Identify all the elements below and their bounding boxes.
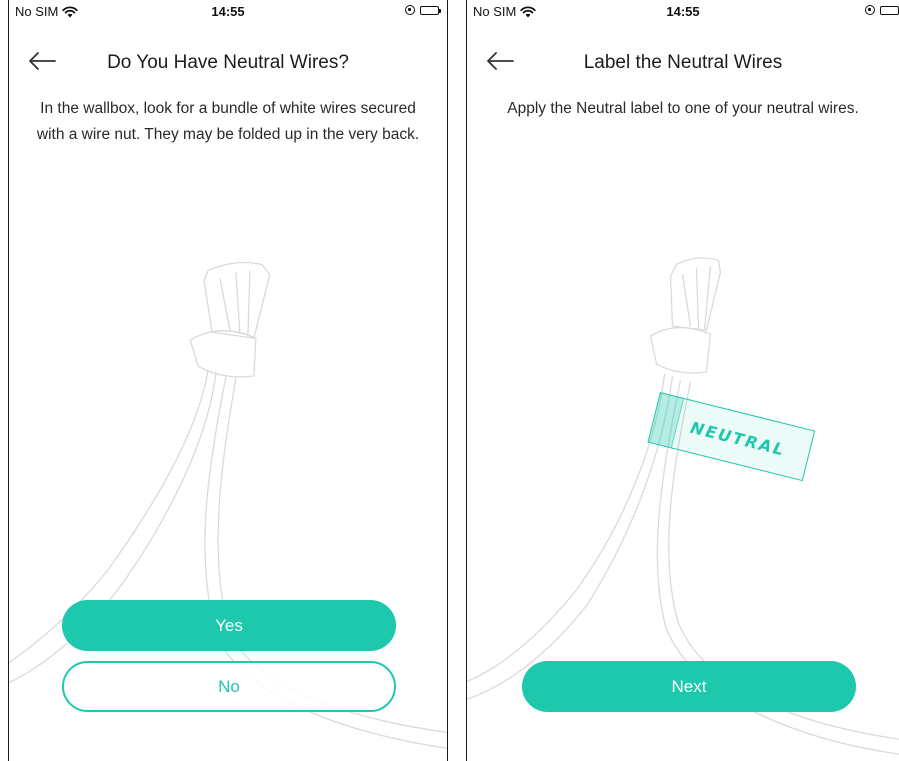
nav-bar: Do You Have Neutral Wires? [9, 42, 447, 82]
page-title: Do You Have Neutral Wires? [107, 52, 349, 73]
battery-icon [420, 5, 441, 15]
page-title: Label the Neutral Wires [583, 52, 783, 73]
status-bar: No SIM 14:55 [467, 0, 899, 22]
next-button[interactable]: Next [522, 661, 856, 712]
screen-label-neutral-wires: No SIM 14:55 Label the Neutral Wires App… [466, 0, 899, 761]
orientation-lock-icon [865, 5, 875, 15]
orientation-lock-icon [405, 5, 415, 15]
instructions-text: Apply the Neutral label to one of your n… [507, 100, 859, 117]
status-time: 14:55 [211, 4, 245, 19]
status-time: 14:55 [666, 4, 700, 19]
screen-neutral-wires-question: No SIM 14:55 Do You Have Neutral Wires? … [8, 0, 448, 761]
status-indicators [405, 5, 441, 15]
no-button[interactable]: No [62, 661, 396, 712]
neutral-label-tag: NEUTRAL [647, 392, 816, 482]
instructions-text: In the wallbox, look for a bundle of whi… [36, 100, 420, 143]
battery-icon [880, 5, 899, 15]
status-bar: No SIM 14:55 [9, 0, 447, 22]
nav-bar: Label the Neutral Wires [467, 42, 899, 82]
status-indicators [865, 5, 899, 15]
yes-button[interactable]: Yes [62, 600, 396, 651]
neutral-label-text: NEUTRAL [688, 417, 788, 460]
